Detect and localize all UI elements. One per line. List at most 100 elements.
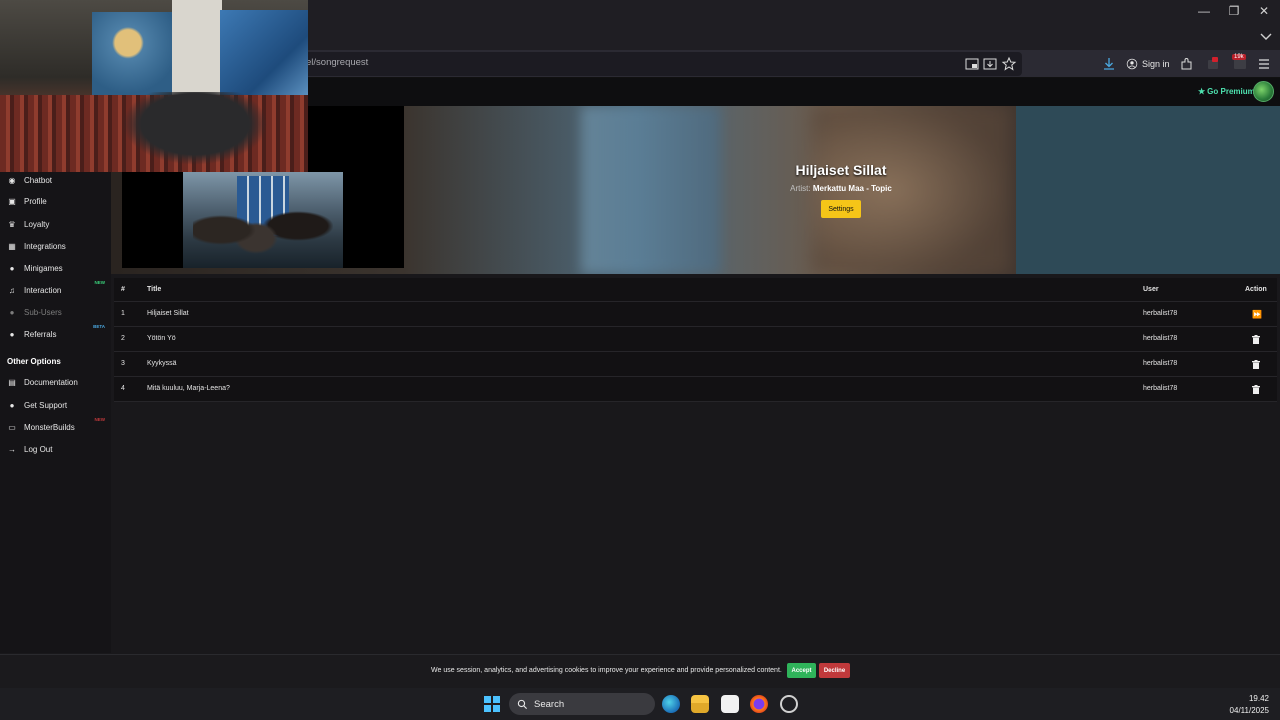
install-app-icon[interactable] [982, 56, 998, 72]
picture-in-picture-icon[interactable] [964, 56, 980, 72]
header-action: Action [1245, 286, 1267, 293]
trash-icon[interactable] [1252, 385, 1260, 394]
row-title: Mitä kuuluu, Marja-Leena? [147, 385, 230, 392]
address-bar[interactable]: el/songrequest [300, 52, 1022, 76]
table-header: # Title User Action [114, 278, 1277, 302]
sidebar-item-integrations[interactable]: ▦ Integrations [0, 236, 111, 256]
row-num: 4 [121, 385, 125, 392]
sidebar-item-get-support[interactable]: ● Get Support [0, 395, 111, 415]
download-icon[interactable] [1101, 56, 1117, 72]
sidebar-item-label: Chatbot [24, 175, 53, 185]
minimize-button[interactable]: — [1187, 3, 1221, 19]
taskbar-search[interactable]: Search [509, 693, 655, 715]
decline-cookies-button[interactable]: Decline [819, 663, 850, 678]
file-explorer-icon[interactable] [691, 695, 709, 713]
chevron-down-icon[interactable] [1258, 28, 1274, 44]
bookmark-star-icon[interactable] [1001, 56, 1017, 72]
table-row: 3 Kyykyssä herbalist78 [114, 352, 1277, 377]
user-plus-icon: ● [9, 329, 15, 339]
close-window-button[interactable]: ✕ [1247, 3, 1280, 19]
hamburger-menu-icon[interactable] [1256, 56, 1272, 72]
trophy-icon: ♛ [8, 219, 16, 229]
robot-icon: ◉ [8, 175, 16, 185]
settings-button[interactable]: Settings [821, 200, 861, 218]
gamepad-icon: ● [9, 263, 15, 273]
row-num: 2 [121, 335, 125, 342]
go-premium-label: Go Premium [1207, 87, 1255, 96]
sidebar-item-label: Sub-Users [24, 307, 62, 317]
album-cover-image [183, 172, 343, 268]
row-num: 3 [121, 360, 125, 367]
sidebar-item-log-out[interactable]: → Log Out [0, 439, 111, 459]
clock-time: 19.42 [1248, 694, 1269, 703]
sidebar-item-sub-users[interactable]: ● Sub-Users [0, 302, 111, 322]
now-playing-artist: Artist: Merkattu Maa - Topic [741, 184, 941, 193]
avatar[interactable] [1253, 81, 1274, 102]
accept-cookies-button[interactable]: Accept [787, 663, 816, 678]
beta-badge: BETA [93, 324, 105, 329]
users-icon: ● [9, 307, 15, 317]
logout-icon: → [8, 444, 16, 454]
sidebar-item-monsterbuilds[interactable]: ▭ MonsterBuilds NEW [0, 417, 111, 437]
windows-start-icon[interactable] [484, 696, 500, 712]
sidebar-item-label: Minigames [24, 263, 63, 273]
music-note-icon: ♫ [9, 285, 15, 295]
row-title: Kyykyssä [147, 360, 177, 367]
sidebar-item-label: Log Out [24, 444, 53, 454]
extensions-puzzle-icon[interactable] [1179, 56, 1195, 72]
sidebar-item-label: Referrals [24, 329, 57, 339]
song-queue-table: # Title User Action 1 Hiljaiset Sillat h… [114, 278, 1277, 402]
store-icon[interactable] [721, 695, 739, 713]
row-user: herbalist78 [1143, 310, 1178, 317]
banner-background [1016, 106, 1280, 274]
sidebar-item-label: Profile [24, 196, 47, 206]
trash-icon[interactable] [1252, 360, 1260, 369]
support-icon: ● [9, 400, 15, 410]
sidebar-item-loyalty[interactable]: ♛ Loyalty [0, 214, 111, 234]
extension-red-icon[interactable] [1205, 56, 1221, 72]
edge-browser-icon[interactable] [662, 695, 680, 713]
account-icon [1126, 58, 1138, 70]
sidebar-item-label: Get Support [24, 400, 68, 410]
sign-in-button[interactable]: Sign in [1126, 55, 1170, 73]
row-num: 1 [121, 310, 125, 317]
book-icon: ▤ [8, 377, 16, 387]
sidebar-item-chatbot[interactable]: ◉ Chatbot [0, 170, 111, 190]
table-row: 2 Yötön Yö herbalist78 [114, 327, 1277, 352]
sidebar-item-documentation[interactable]: ▤ Documentation [0, 372, 111, 392]
webcam-overlay [0, 0, 308, 172]
skip-icon[interactable]: ⏩ [1252, 310, 1262, 319]
sign-in-label: Sign in [1142, 59, 1170, 69]
app-clock-icon[interactable] [780, 695, 798, 713]
sidebar-item-label: Integrations [24, 241, 66, 251]
row-user: herbalist78 [1143, 360, 1178, 367]
taskbar-search-label: Search [534, 698, 565, 710]
restore-button[interactable]: ❐ [1217, 3, 1251, 19]
sidebar-item-label: Documentation [24, 377, 78, 387]
sidebar-item-referrals[interactable]: ● Referrals BETA [0, 324, 111, 344]
row-user: herbalist78 [1143, 385, 1178, 392]
sidebar-item-minigames[interactable]: ● Minigames [0, 258, 111, 278]
table-row: 4 Mitä kuuluu, Marja-Leena? herbalist78 [114, 377, 1277, 402]
monitor-icon: ▭ [8, 422, 16, 432]
row-user: herbalist78 [1143, 335, 1178, 342]
header-title: Title [147, 286, 162, 293]
now-playing-title: Hiljaiset Sillat [795, 162, 887, 178]
clock-date: 04/11/2025 [1229, 706, 1269, 715]
sidebar-item-label: Interaction [24, 285, 62, 295]
extension-count-badge: 19k [1232, 54, 1246, 60]
url-text: el/songrequest [306, 57, 369, 68]
row-title: Hiljaiset Sillat [147, 310, 189, 317]
star-icon: ★ [1198, 87, 1206, 96]
sidebar-item-profile[interactable]: ▣ Profile [0, 191, 111, 211]
sidebar-item-interaction[interactable]: ♫ Interaction NEW [0, 280, 111, 300]
trash-icon[interactable] [1252, 335, 1260, 344]
banner-background [581, 106, 721, 274]
firefox-icon[interactable] [750, 695, 768, 713]
system-clock[interactable]: 19.42 04/11/2025 [1230, 693, 1269, 717]
header-user: User [1143, 286, 1159, 293]
grid-icon: ▦ [8, 241, 16, 251]
go-premium-button[interactable]: ★ Go Premium [1198, 87, 1255, 96]
table-row: 1 Hiljaiset Sillat herbalist78 ⏩ [114, 302, 1277, 327]
header-num: # [121, 286, 125, 293]
